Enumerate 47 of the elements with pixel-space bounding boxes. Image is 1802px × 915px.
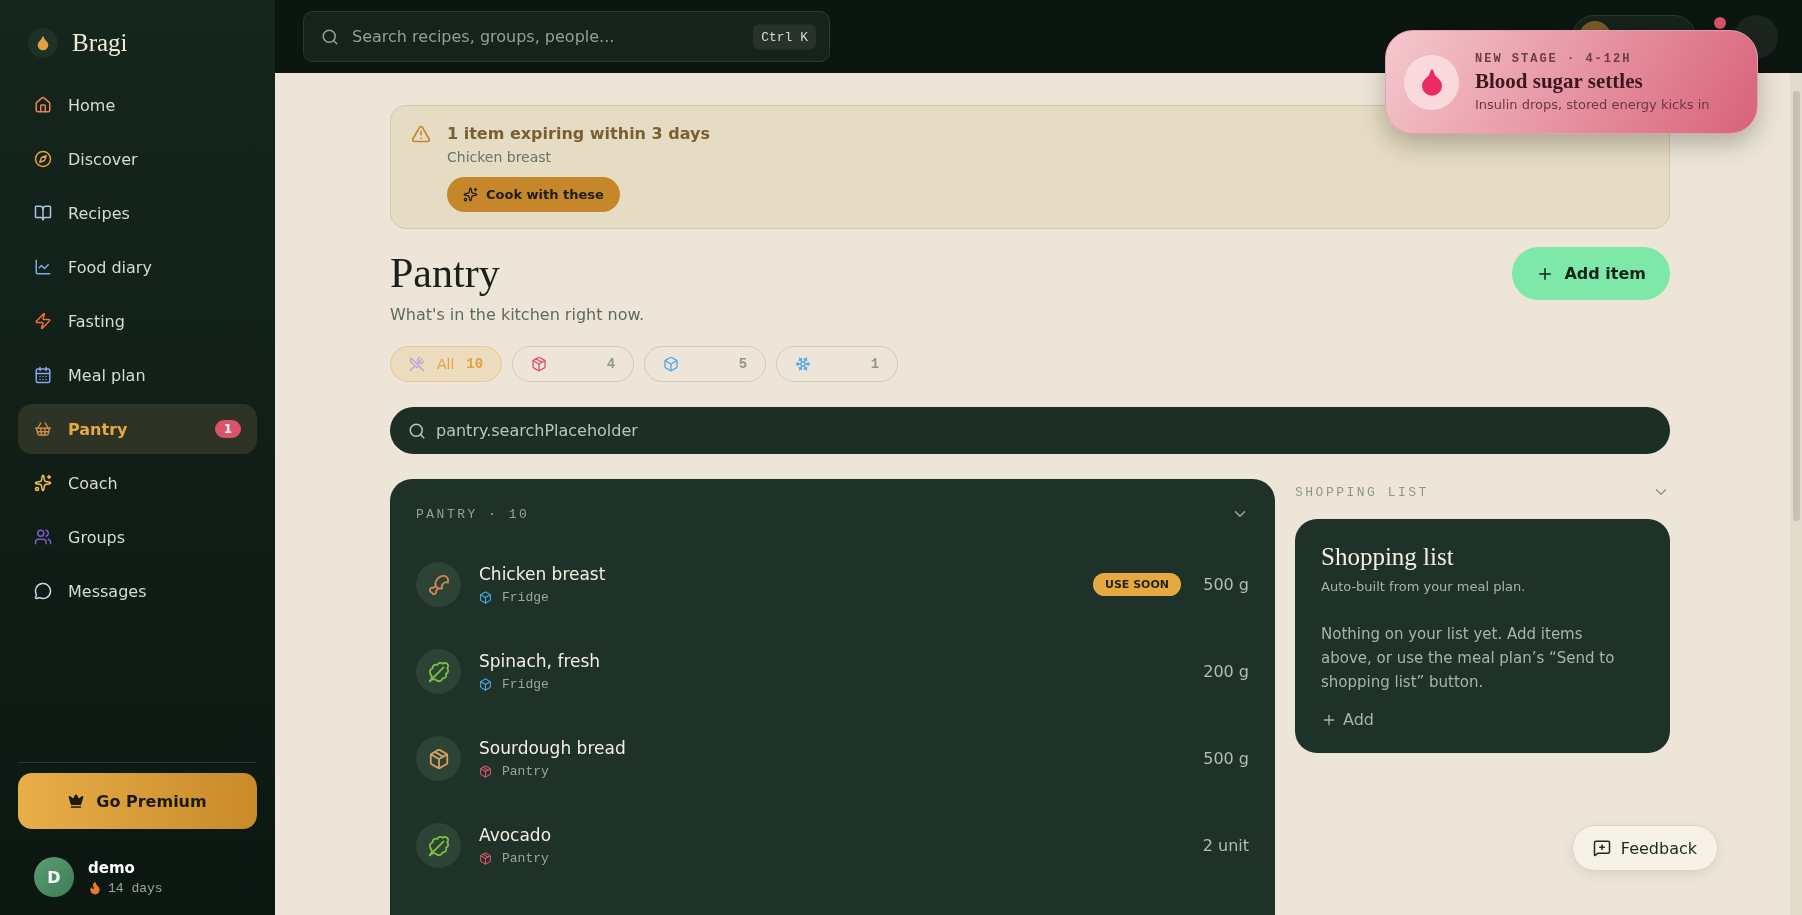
card-title: Shopping list <box>1321 543 1455 571</box>
pantry-search-field[interactable]: pantry.searchPlaceholder <box>390 407 1670 454</box>
empty-message: Nothing on your list yet. Add items above, or use the meal plan’s “Send to shopping list” button. <box>1321 624 1616 693</box>
section-heading: PANTRY · 10 <box>416 506 530 522</box>
item-amount: 500 g <box>1202 575 1249 594</box>
item-name: Avocado <box>479 825 553 845</box>
toast-eyebrow: NEW STAGE · 4-12H <box>1475 52 1633 66</box>
nav-item[interactable]: Discover <box>18 134 257 184</box>
feedback-button[interactable]: Feedback <box>1571 825 1718 871</box>
use-soon-badge: USE SOON <box>1092 573 1181 596</box>
shortcut-key: Ctrl K <box>753 24 816 49</box>
item-amount: 2 unit <box>1201 836 1249 855</box>
nav-item[interactable]: Pantry 1 <box>18 404 257 454</box>
nav-item[interactable]: Groups <box>18 512 257 562</box>
nav-item[interactable]: Messages <box>18 566 257 616</box>
count-badge: 1 <box>214 420 241 438</box>
item-location: Pantry <box>502 764 549 779</box>
page-subtitle: What's in the kitchen right now. <box>390 305 645 324</box>
alert-items: Chicken breast <box>447 149 553 165</box>
item-location: Fridge <box>502 590 549 605</box>
brand-name: Bragi <box>72 29 128 57</box>
nav-item[interactable]: Coach <box>18 458 257 508</box>
nav-item[interactable]: Meal plan <box>18 350 257 400</box>
item-name: Sourdough bread <box>479 738 627 758</box>
card-subtitle: Auto-built from your meal plan. <box>1321 579 1527 594</box>
nav-item[interactable]: Recipes <box>18 188 257 238</box>
item-amount: 500 g <box>1202 749 1249 768</box>
cook-button[interactable]: Cook with these <box>447 177 620 212</box>
alert-title: 1 item expiring within 3 days <box>447 124 710 143</box>
user-name: demo <box>88 858 136 877</box>
item-location: Pantry <box>502 851 549 866</box>
user-avatar[interactable]: D <box>34 857 74 897</box>
nav-item[interactable]: Food diary <box>18 242 257 292</box>
add-link[interactable]: Add <box>1321 710 1374 729</box>
item-name: Spinach, fresh <box>479 651 602 671</box>
page-title: Pantry <box>390 249 501 297</box>
premium-button[interactable]: Go Premium <box>18 773 257 829</box>
toast-text: Insulin drops, stored energy kicks in <box>1475 97 1710 112</box>
nav-item[interactable]: Home <box>18 80 257 130</box>
streak-text: 14 days <box>108 880 163 896</box>
nav-item[interactable]: Fasting <box>18 296 257 346</box>
item-amount: 200 g <box>1202 662 1249 681</box>
item-name: Chicken breast <box>479 564 607 584</box>
toast-title: Blood sugar settles <box>1475 69 1644 94</box>
add-item-button[interactable]: Add item <box>1512 247 1670 300</box>
item-location: Fridge <box>502 677 549 692</box>
section-heading: SHOPPING LIST <box>1295 484 1429 500</box>
